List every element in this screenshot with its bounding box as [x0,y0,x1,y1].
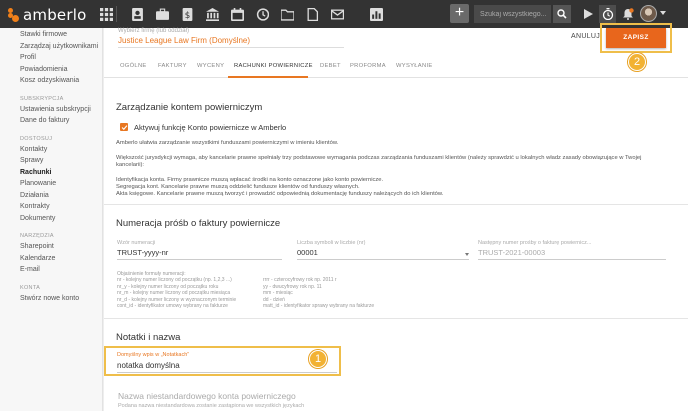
sidebar-item-bills[interactable]: Rachunki [20,167,102,179]
tab-invoices[interactable]: FAKTURY [158,63,187,69]
formula-left-3: nr_d - kolejny numer liczony w wyznaczon… [117,296,237,303]
history-icon[interactable] [250,5,275,23]
trust-section-title: Zarządzanie kontem powierniczym [116,102,263,113]
settings-tabs: OGÓLNE FAKTURY WYCENY RACHUNKI POWIERNIC… [104,58,688,78]
sidebar-item-invoice-data[interactable]: Dane do faktury [20,115,102,127]
checkmark-icon [121,124,127,130]
sidebar-section-title: NARZĘDZIA [20,233,54,239]
chevron-down-icon[interactable] [465,253,469,256]
tab-proforma[interactable]: PROFORMA [350,63,386,69]
sidebar-item-sharepoint[interactable]: Sharepoint [20,241,102,253]
formula-right-2: mm - miesiąc [263,290,293,296]
sidebar-item-calendars[interactable]: Kalendarze [20,253,102,265]
nav-divider [116,6,117,22]
sidebar-item-trash[interactable]: Kosz odzyskiwania [20,75,102,87]
top-bar: amberlo $ + [0,0,688,28]
sidebar-item-matters[interactable]: Sprawy [20,155,102,167]
firm-select[interactable]: Justice League Law Firm (Domyślne) [118,36,344,48]
sidebar-item-profile[interactable]: Profil [20,52,102,64]
chevron-down-icon[interactable] [660,11,666,15]
reports-icon[interactable] [364,5,389,23]
formula-left-1: nr_y - kolejny numer liczony od początku… [117,283,219,290]
activate-trust-label: Aktywuj funkcję Konto powiernicze w Ambe… [134,123,287,132]
folder-icon[interactable] [275,5,300,23]
formula-left-2: nr_m - kolejny numer liczony od początku… [117,290,231,296]
tab-trust-accounts[interactable]: RACHUNKI POWIERNICZE [234,63,313,69]
trust-req-segregation: Segregacja kont. Kancelarie prawne muszą… [116,184,360,190]
pattern-label: Wzór numeracji [117,240,156,246]
add-new-button[interactable]: + [450,4,469,23]
settings-sidebar: Stawki firmowe Zarządzaj użytkownikami P… [0,28,103,411]
sidebar-section-title: DOSTOSUJ [20,135,53,142]
trust-req-records: Akta księgowe. Kancelarie prawne muszą t… [116,191,444,197]
timer-icon[interactable] [599,5,616,23]
contacts-icon[interactable] [125,5,150,23]
sidebar-section-title: SUBSKRYPCJA [20,95,64,102]
formula-right-4: matt_id - identyfikator sprawy wybrany n… [263,303,375,309]
tab-debit[interactable]: DEBET [320,63,341,69]
active-tab-indicator [228,76,308,78]
mail-icon[interactable] [325,5,350,23]
digits-select[interactable]: 00001 [297,248,469,260]
digits-label: Liczba symboli w liczbie (nr) [297,240,366,246]
sidebar-item-users[interactable]: Zarządzaj użytkownikami [20,41,102,53]
custom-trust-name-hint: Podana nazwa niestandardowa zostanie zas… [118,403,305,409]
formula-right-1: yy - dwucyfrowy rok np. 11 [263,283,322,290]
sidebar-item-contacts[interactable]: Kontakty [20,144,102,156]
sidebar-item-planning[interactable]: Planowanie [20,178,102,190]
tab-sending[interactable]: WYSYŁANIE [396,63,433,69]
formula-left-0: nr - kolejny numer liczony od początku (… [117,277,232,283]
sidebar-item-subscription[interactable]: Ustawienia subskrypcji [20,104,102,116]
save-button[interactable]: ZAPISZ [606,28,666,48]
trust-intro-text: Amberlo ułatwia zarządzanie wszystkimi f… [116,140,339,146]
sidebar-item-documents[interactable]: Dokumenty [20,213,102,225]
firm-select-label: Wybierz firmę (lub oddział) [118,28,189,34]
calendar-icon[interactable] [225,5,250,23]
bank-icon[interactable] [200,5,225,23]
pattern-input[interactable]: TRUST-yyyy-nr [117,248,282,260]
notes-section-title: Notatki i nazwa [116,332,181,343]
section-divider [104,204,688,205]
default-note-input[interactable]: notatka domyślna [117,361,337,373]
document-icon[interactable] [300,5,325,23]
logo-text: amberlo [23,6,87,24]
trust-req-identification: Identyfikacja konta. Firmy prawnicze mus… [116,177,384,183]
logo[interactable]: amberlo [8,6,86,24]
play-icon[interactable] [580,5,596,23]
svg-text:$: $ [185,10,191,20]
sidebar-item-stawki[interactable]: Stawki firmowe [20,29,102,41]
next-number-field: TRUST-2021-00003 [478,248,666,260]
search-icon [557,9,567,19]
sidebar-item-notifications[interactable]: Powiadomienia [20,64,102,76]
invoice-icon[interactable]: $ [175,5,200,23]
notifications-icon[interactable] [620,5,636,23]
main-content: Wybierz firmę (lub oddział) Justice Leag… [104,23,688,411]
formula-right-3: dd - dzień [263,296,285,303]
sidebar-item-contracts[interactable]: Kontrakty [20,201,102,213]
sidebar-item-new-account[interactable]: Stwórz nowe konto [20,293,102,305]
sidebar-section-title: KONTA [20,284,41,291]
briefcase-icon[interactable] [150,5,175,23]
tab-general[interactable]: OGÓLNE [120,63,147,69]
sidebar-item-email[interactable]: E-mail [20,264,102,276]
user-avatar[interactable] [640,5,657,22]
next-number-label: Następny numer prośby o fakturę powierni… [478,240,592,246]
default-note-label: Domyślny wpis w „Notatkach” [117,352,190,358]
search-input[interactable] [474,5,551,23]
main-nav: $ [94,5,389,23]
trust-requirements-text: Większość jurysdykcji wymaga, aby kancel… [116,155,642,168]
formula-left-4: cont_id - identyfikator umowy wybrany na… [117,303,228,309]
amberlo-logo-icon [8,8,20,22]
cancel-button[interactable]: ANULUJ [571,33,600,40]
sidebar-item-activities[interactable]: Działania [20,190,102,202]
numbering-section-title: Numeracja próśb o faktury powiernicze [116,218,281,229]
formula-right-0: rrrr - czterocyfrowy rok np. 2011 r [263,277,337,283]
section-divider [104,318,688,319]
custom-trust-name-label: Nazwa niestandardowego konta powiernicze… [118,391,296,401]
tab-quotes[interactable]: WYCENY [197,63,224,69]
search-button[interactable] [553,5,571,23]
step-badge-1: 1 [309,350,327,368]
activate-trust-checkbox[interactable] [120,123,128,131]
